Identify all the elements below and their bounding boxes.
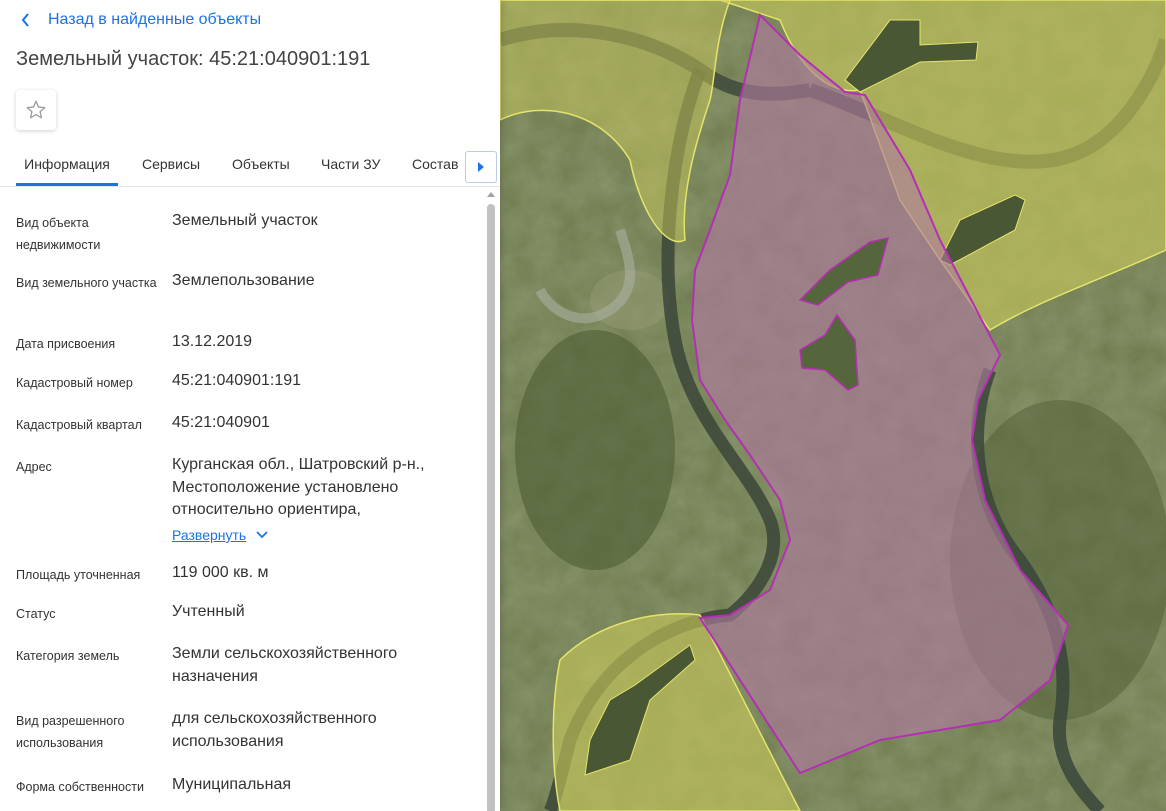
- info-label: Вид объекта недвижимости: [16, 216, 101, 252]
- tab-composition[interactable]: Состав: [412, 144, 458, 184]
- info-value: для сельскохозяйственного использования: [172, 710, 377, 750]
- chevron-left-icon: [21, 13, 29, 27]
- info-label: Вид земельного участка: [16, 276, 157, 290]
- info-value: Учтенный: [172, 603, 245, 620]
- info-value: Муниципальная: [172, 776, 292, 793]
- triangle-right-icon: [478, 162, 484, 172]
- star-outline-icon: [26, 100, 46, 119]
- info-label: Категория земель: [16, 649, 120, 663]
- tab-information[interactable]: Информация: [16, 144, 118, 186]
- expand-address-link[interactable]: Развернуть: [172, 524, 268, 547]
- info-label: Вид разрешенного использования: [16, 714, 125, 750]
- info-label: Кадастровый номер: [16, 376, 133, 390]
- back-link-label: Назад в найденные объекты: [48, 11, 262, 28]
- info-value: Земли сельскохозяйственного назначения: [172, 645, 398, 685]
- scroll-up-arrow-icon[interactable]: [487, 190, 495, 198]
- info-value: 45:21:040901: [172, 414, 270, 431]
- info-label: Адрес: [16, 460, 52, 474]
- info-value: 119 000 кв. м: [172, 564, 269, 581]
- info-label: Дата присвоения: [16, 337, 116, 351]
- tab-bar: Информация Сервисы Объекты Части ЗУ Сост…: [0, 144, 500, 187]
- tab-objects[interactable]: Объекты: [232, 144, 290, 184]
- tabs-scroll-right-button[interactable]: [465, 151, 497, 183]
- favorite-button[interactable]: [16, 90, 56, 130]
- info-label: Форма собственности: [16, 780, 144, 794]
- page-title: Земельный участок: 45:21:040901:191: [16, 48, 371, 70]
- info-value: Землепользование: [172, 272, 315, 289]
- expand-label: Развернуть: [172, 527, 247, 543]
- info-label: Кадастровый квартал: [16, 418, 142, 432]
- tab-parcel-parts[interactable]: Части ЗУ: [321, 144, 380, 184]
- info-value: 45:21:040901:191: [172, 372, 302, 389]
- panel-scrollbar[interactable]: [487, 204, 495, 811]
- info-label: Статус: [16, 607, 56, 621]
- info-label: Площадь уточненная: [16, 568, 141, 582]
- info-panel: Назад в найденные объекты Земельный учас…: [0, 0, 500, 811]
- tab-services[interactable]: Сервисы: [142, 144, 200, 184]
- info-value: Земельный участок: [172, 212, 318, 229]
- info-value: Курганская обл., Шатровский р-н., Местоп…: [172, 456, 425, 518]
- chevron-down-icon: [256, 531, 268, 539]
- info-value: 13.12.2019: [172, 333, 253, 350]
- satellite-map[interactable]: [500, 0, 1166, 811]
- back-link[interactable]: Назад в найденные объекты: [20, 10, 261, 30]
